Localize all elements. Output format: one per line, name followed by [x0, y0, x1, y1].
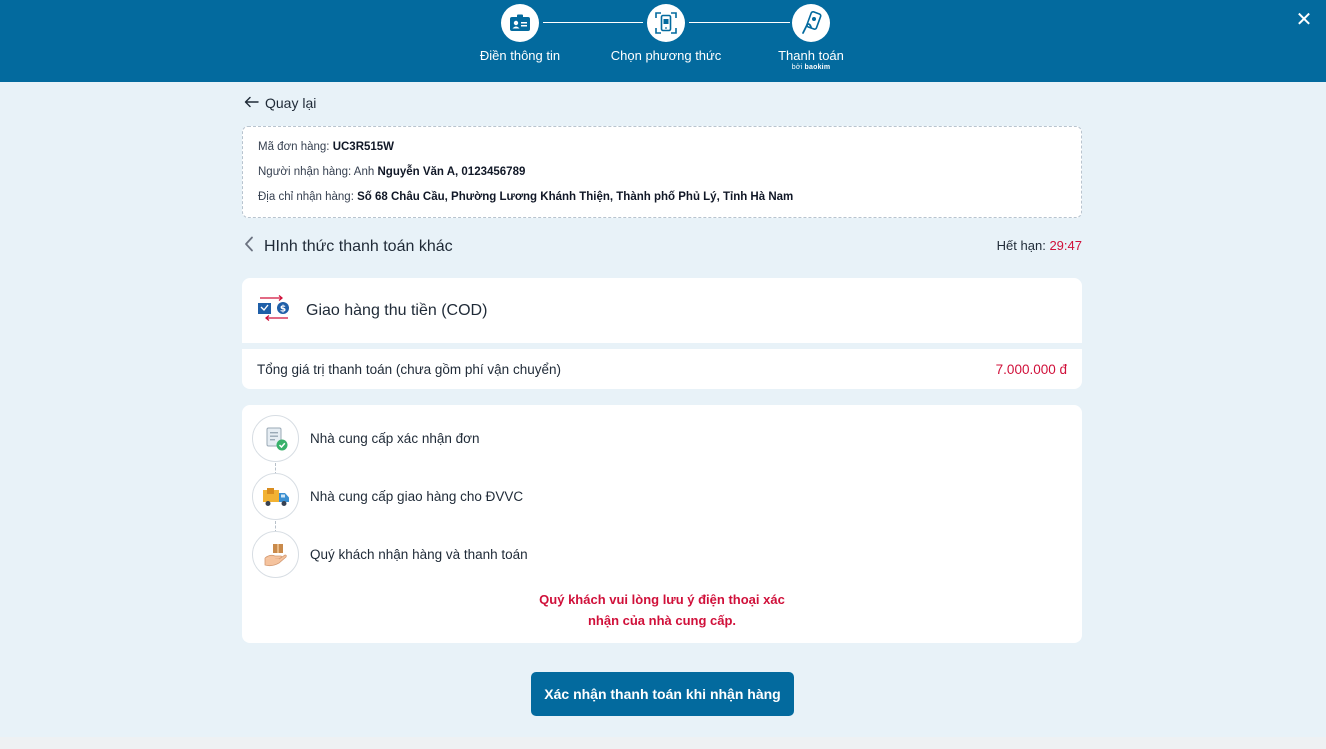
arrow-left-icon: [244, 95, 259, 111]
address-value: Số 68 Châu Cầu, Phường Lương Khánh Thiện…: [357, 191, 794, 203]
step-choose-method: Chọn phương thức: [591, 4, 741, 63]
cod-label: Giao hàng thu tiền (COD): [306, 301, 488, 319]
countdown-timer: 29:47: [1049, 238, 1082, 253]
touch-payment-icon: [792, 4, 830, 42]
confirm-cod-button[interactable]: Xác nhận thanh toán khi nhận hàng: [531, 672, 794, 716]
brand-name: baokim: [804, 64, 831, 71]
notice-line: nhận của nhà cung cấp.: [587, 613, 737, 628]
address-row: Địa chỉ nhận hàng: Số 68 Châu Cầu, Phườn…: [258, 189, 1066, 214]
step-payment: Thanh toán bởi baokim: [736, 4, 886, 71]
cod-method-card: $ Giao hàng thu tiền (COD): [242, 278, 1082, 343]
cod-process-card: Nhà cung cấp xác nhận đơn Nhà cung cấp g…: [242, 405, 1082, 643]
order-code-label: Mã đơn hàng:: [258, 141, 330, 153]
total-amount: 7.000.000 đ: [995, 361, 1067, 377]
id-card-icon: [501, 4, 539, 42]
address-label: Địa chỉ nhận hàng:: [258, 191, 354, 203]
order-confirm-icon: [252, 415, 299, 462]
receiver-value: Nguyễn Văn A, 0123456789: [377, 166, 526, 178]
process-step-receive: Quý khách nhận hàng và thanh toán: [252, 531, 528, 578]
notice-line: Quý khách vui lòng lưu ý điện thoại xác: [539, 592, 785, 607]
close-icon[interactable]: ✕: [1294, 10, 1314, 30]
other-payment-method-back[interactable]: HInh thức thanh toán khác: [244, 236, 453, 257]
delivery-truck-icon: [252, 473, 299, 520]
step-label: Chọn phương thức: [610, 48, 722, 63]
total-label: Tổng giá trị thanh toán (chưa gồm phí vậ…: [257, 361, 561, 377]
receiver-row: Người nhận hàng: Anh Nguyễn Văn A, 01234…: [258, 164, 1066, 189]
total-row: Tổng giá trị thanh toán (chưa gồm phí vậ…: [242, 349, 1082, 389]
step-label: Điền thông tin: [479, 48, 561, 63]
chevron-left-icon: [244, 236, 254, 257]
notice-text: Quý khách vui lòng lưu ý điện thoại xác …: [242, 589, 1082, 631]
process-step-label: Nhà cung cấp xác nhận đơn: [310, 431, 480, 446]
order-code-value: UC3R515W: [332, 141, 395, 153]
step-label: Thanh toán: [778, 48, 844, 63]
receiver-label: Người nhận hàng: Anh: [258, 166, 375, 178]
powered-by: bởi baokim: [736, 64, 886, 71]
deadline: Hết hạn: 29:47: [997, 238, 1082, 253]
back-label: Quay lại: [265, 95, 317, 111]
process-step-confirm: Nhà cung cấp xác nhận đơn: [252, 415, 479, 462]
phone-scan-icon: [647, 4, 685, 42]
svg-text:$: $: [280, 305, 286, 315]
method-title: HInh thức thanh toán khác: [264, 237, 453, 255]
process-step-label: Quý khách nhận hàng và thanh toán: [310, 547, 528, 562]
powered-by-prefix: bởi: [791, 64, 803, 71]
footer-logo-icon: [642, 743, 752, 749]
deadline-label: Hết hạn:: [996, 238, 1046, 253]
process-step-ship: Nhà cung cấp giao hàng cho ĐVVC: [252, 473, 523, 520]
order-info-box: Mã đơn hàng: UC3R515W Người nhận hàng: A…: [242, 126, 1082, 218]
back-button[interactable]: Quay lại: [244, 95, 316, 111]
cod-icon: $: [256, 292, 292, 329]
process-step-label: Nhà cung cấp giao hàng cho ĐVVC: [310, 489, 524, 504]
step-fill-info: Điền thông tin: [445, 4, 595, 63]
header-bar: Điền thông tin Chọn phương thức Thanh to…: [0, 0, 1326, 82]
order-code-row: Mã đơn hàng: UC3R515W: [258, 139, 1066, 164]
hand-package-icon: [252, 531, 299, 578]
